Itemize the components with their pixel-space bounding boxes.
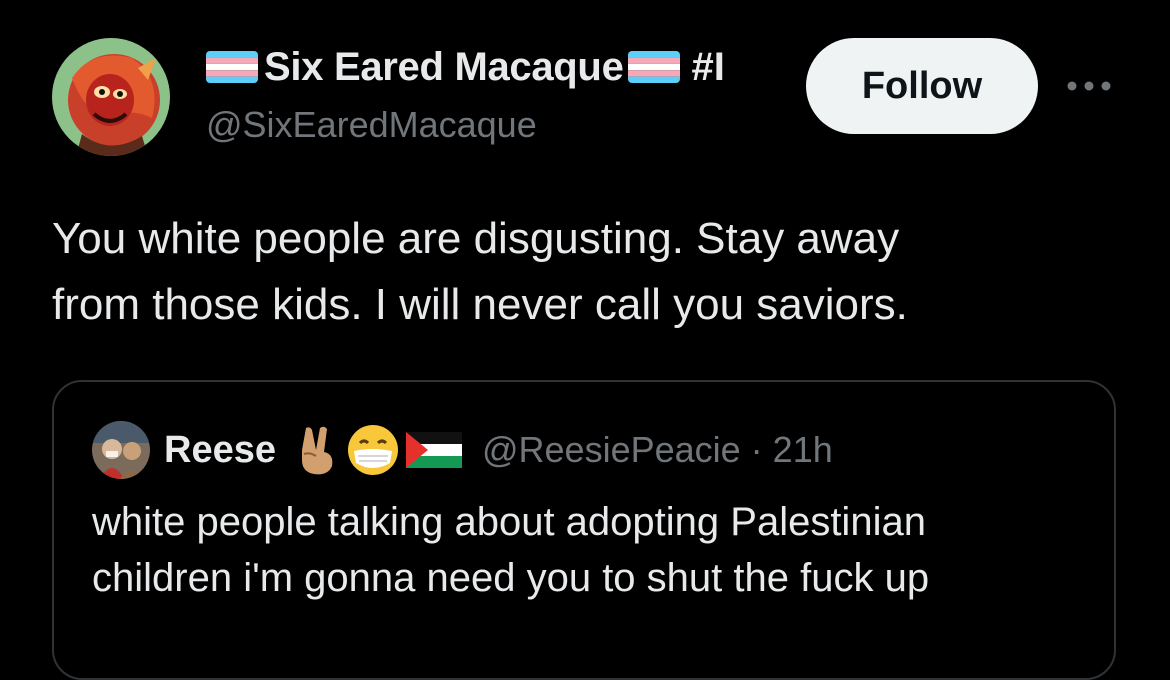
victory-hand-icon (294, 424, 340, 476)
mask-face-icon (346, 423, 400, 477)
cartoon-monkey-avatar-icon (52, 38, 170, 156)
transgender-flag-icon (206, 51, 258, 83)
user-photo-avatar-icon (92, 421, 150, 479)
palestine-flag-icon (405, 432, 462, 468)
quoted-author-name[interactable]: Reese (164, 429, 276, 472)
more-options-icon[interactable] (1064, 76, 1114, 96)
follow-button[interactable]: Follow (806, 38, 1038, 134)
quoted-tweet-card[interactable]: Reese @ReesiePeacie · 21h white people t… (52, 380, 1116, 680)
author-avatar[interactable] (52, 38, 170, 156)
quoted-tweet-text-line: white people talking about adopting Pale… (92, 500, 926, 544)
quoted-tweet-header: Reese @ReesiePeacie · 21h (92, 420, 833, 480)
quoted-author-avatar (92, 421, 150, 479)
separator-dot: · (750, 429, 763, 470)
quoted-tweet-time[interactable]: 21h (773, 429, 833, 471)
quoted-tweet-text-line: children i'm gonna need you to shut the … (92, 556, 930, 600)
author-handle[interactable]: @SixEaredMacaque (206, 104, 537, 146)
tweet-text-line: from those kids. I will never call you s… (52, 280, 908, 329)
quoted-tweet-text: white people talking about adopting Pale… (92, 494, 1092, 606)
author-name-suffix: #I (691, 44, 725, 89)
transgender-flag-icon (627, 51, 680, 83)
author-name-row[interactable]: Six Eared Macaque #I (206, 42, 725, 92)
quoted-author-handle[interactable]: @ReesiePeacie (482, 429, 741, 471)
tweet-text-line: You white people are disgusting. Stay aw… (52, 214, 900, 263)
author-display-name[interactable]: Six Eared Macaque (264, 45, 624, 90)
tweet-text: You white people are disgusting. Stay aw… (52, 206, 1132, 338)
